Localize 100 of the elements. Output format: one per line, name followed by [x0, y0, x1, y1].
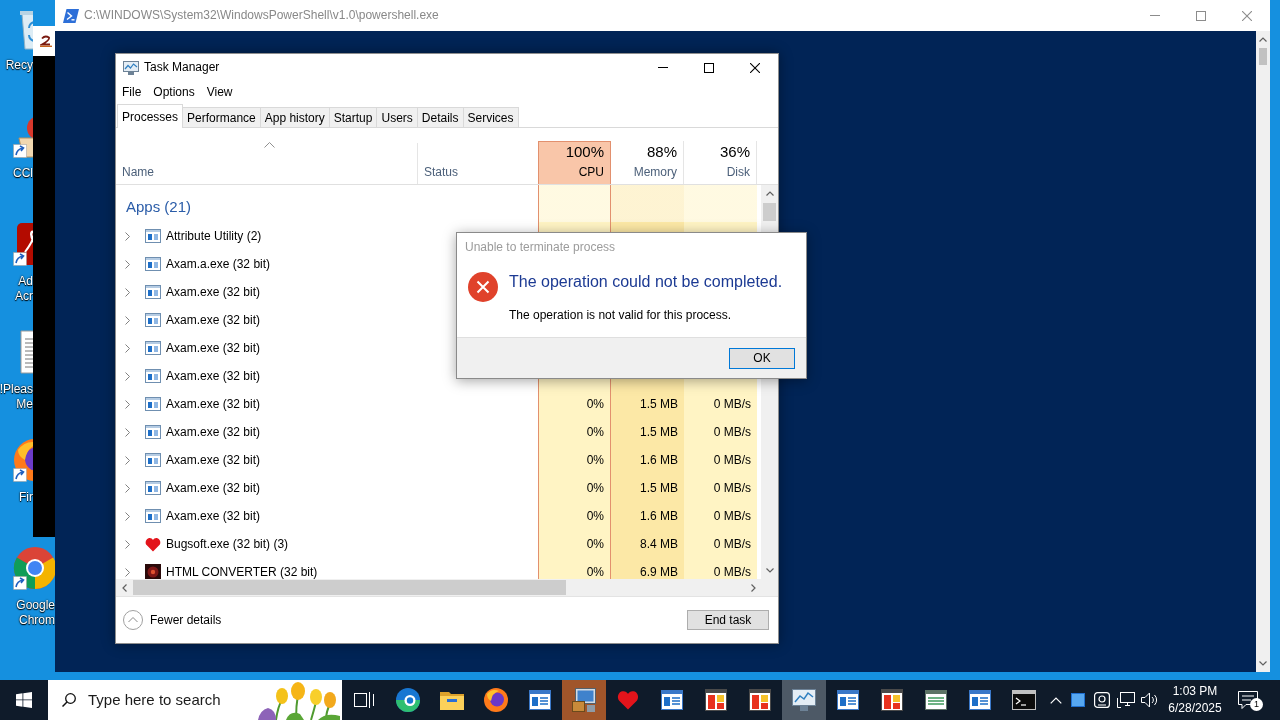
expand-chevron-icon[interactable] [125, 315, 130, 325]
scroll-down-icon[interactable] [1259, 661, 1267, 666]
process-name: Attribute Utility (2) [166, 229, 262, 243]
chevron-up-icon[interactable] [1050, 696, 1062, 704]
window-title: C:\WINDOWS\System32\WindowsPowerShell\v1.0\powershell.exe [84, 8, 439, 23]
column-header[interactable]: Name [116, 128, 417, 184]
volume-icon[interactable] [1141, 692, 1159, 708]
app-icon [145, 369, 161, 383]
error-icon [468, 272, 498, 302]
expand-chevron-icon[interactable] [125, 343, 130, 353]
computer-icon[interactable] [572, 688, 596, 712]
dialog-message: The operation is not valid for this process. [509, 308, 733, 322]
scrollbar-thumb[interactable] [763, 203, 776, 221]
dialog-title: Unable to terminate process [464, 239, 617, 257]
tab[interactable]: Performance [182, 107, 261, 127]
expand-chevron-icon[interactable] [125, 427, 130, 437]
process-name: Axam.exe (32 bit) [166, 369, 261, 383]
column-header[interactable]: 36% Disk [684, 141, 757, 184]
notification-badge: 1 [1250, 698, 1263, 711]
tab[interactable]: Details [416, 107, 464, 127]
fewer-details-button[interactable]: Fewer details [123, 610, 222, 630]
tab[interactable]: Users [376, 107, 418, 127]
tab[interactable]: Services [462, 107, 519, 127]
expand-chevron-icon[interactable] [125, 511, 130, 521]
scroll-down-icon[interactable] [765, 568, 774, 573]
expand-chevron-icon[interactable] [125, 539, 130, 549]
close-icon[interactable] [750, 62, 760, 73]
terminal-icon[interactable] [1012, 690, 1036, 710]
app-icon [145, 564, 161, 579]
scrollbar[interactable] [1256, 31, 1270, 672]
process-name: Axam.a.exe (32 bit) [166, 257, 271, 271]
table-cell: 0% [538, 390, 611, 418]
app-icon [145, 285, 161, 299]
table-cell: 0 MB/s [684, 390, 757, 418]
menu-item[interactable]: View [200, 84, 239, 100]
app-window-icon[interactable] [837, 690, 859, 710]
tab[interactable]: Startup [328, 107, 378, 127]
network-icon[interactable] [1117, 692, 1135, 708]
app-icon [145, 425, 161, 439]
table-cell: 0 MB/s [684, 502, 757, 530]
expand-chevron-icon[interactable] [125, 231, 130, 241]
heart-icon[interactable] [617, 690, 639, 710]
process-name: Axam.exe (32 bit) [166, 397, 261, 411]
monitor-chart-icon[interactable] [792, 689, 816, 711]
expand-chevron-icon[interactable] [125, 567, 130, 577]
expand-chevron-icon[interactable] [125, 455, 130, 465]
dialog-button[interactable]: OK [729, 347, 795, 369]
notification-icon[interactable] [1238, 691, 1258, 709]
scrollbar[interactable] [116, 579, 762, 596]
start-icon[interactable] [16, 692, 32, 708]
menu-item[interactable]: Options [147, 84, 201, 100]
scroll-up-icon[interactable] [1259, 37, 1267, 42]
expand-chevron-icon[interactable] [125, 287, 130, 297]
column-header[interactable]: 88% Memory [611, 141, 684, 184]
tab[interactable]: App history [259, 107, 330, 127]
tiles-icon[interactable] [749, 689, 771, 711]
app-icon[interactable] [13, 222, 33, 266]
app-window-icon[interactable] [925, 690, 947, 710]
end-task-button[interactable]: End task [687, 610, 769, 630]
clock-time[interactable]: 1:03 PM [1172, 683, 1218, 700]
clock-date[interactable]: 6/28/2025 [1168, 700, 1222, 717]
usage-percent: 100% [565, 143, 604, 161]
table-cell: 0% [538, 446, 611, 474]
task-view-icon[interactable] [354, 692, 374, 708]
scrollbar-thumb[interactable] [1259, 48, 1267, 65]
browser-icon[interactable] [484, 688, 508, 712]
table-cell: 0 MB/s [684, 418, 757, 446]
menu-item[interactable]: File [116, 84, 148, 100]
scroll-right-icon[interactable] [751, 583, 756, 592]
maximize-icon[interactable] [704, 62, 714, 73]
expand-chevron-icon[interactable] [125, 483, 130, 493]
expand-chevron-icon[interactable] [125, 371, 130, 381]
table-cell: 1.5 MB [611, 390, 684, 418]
table-cell: 8.4 MB [611, 530, 684, 558]
table-cell: 0 MB/s [684, 558, 757, 579]
folder-icon[interactable] [440, 690, 464, 710]
table-cell: 1.6 MB [611, 446, 684, 474]
taskbar-button[interactable] [782, 680, 826, 720]
column-header[interactable]: 100% CPU [538, 141, 611, 184]
browser-icon[interactable] [396, 688, 420, 712]
app-icon [145, 481, 161, 495]
app-window-icon[interactable] [529, 690, 551, 710]
app-window-icon[interactable] [969, 690, 991, 710]
app-window-icon[interactable] [661, 690, 683, 710]
sort-caret-icon [264, 142, 275, 148]
process-name: Axam.exe (32 bit) [166, 453, 261, 467]
scroll-left-icon[interactable] [122, 583, 127, 592]
table-cell: 1.6 MB [611, 502, 684, 530]
tab[interactable]: Processes [117, 104, 184, 128]
table-cell: 0 MB/s [684, 446, 757, 474]
table-cell: 0% [538, 502, 611, 530]
search-field[interactable]: Type here to search [88, 691, 238, 709]
process-name: Axam.exe (32 bit) [166, 341, 261, 355]
tiles-icon[interactable] [705, 689, 727, 711]
scroll-up-icon[interactable] [765, 191, 774, 196]
expand-chevron-icon[interactable] [125, 259, 130, 269]
scrollbar-thumb[interactable] [133, 580, 566, 595]
tiles-icon[interactable] [881, 689, 903, 711]
app-icon [145, 509, 161, 523]
expand-chevron-icon[interactable] [125, 399, 130, 409]
